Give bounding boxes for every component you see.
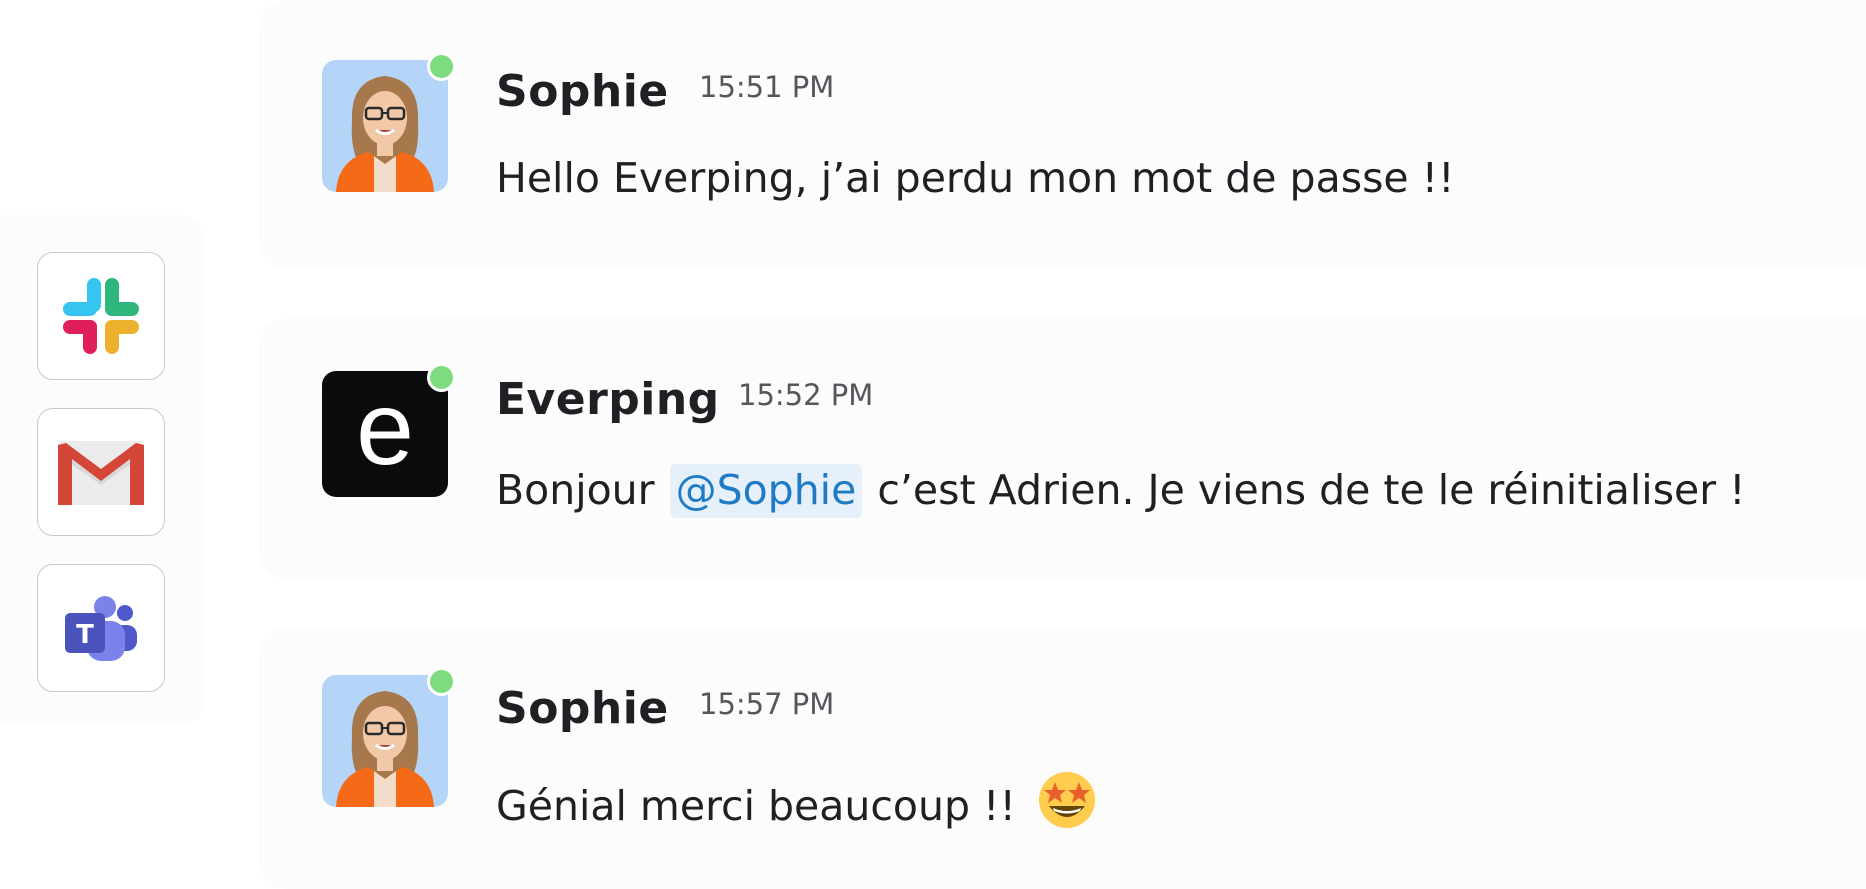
message-timestamp: 15:57 PM [699, 687, 835, 721]
gmail-icon [58, 441, 144, 505]
message-text-before: Bonjour [496, 466, 655, 514]
message-timestamp: 15:51 PM [699, 70, 835, 104]
online-status-dot [427, 667, 456, 696]
online-status-dot [427, 363, 456, 392]
gmail-app-button[interactable] [37, 408, 165, 536]
sender-name: Sophie [496, 683, 669, 734]
message-text-content: Génial merci beaucoup !! [496, 782, 1016, 830]
sender-avatar [322, 52, 456, 192]
everping-logo: e [356, 371, 414, 487]
slack-icon [63, 278, 139, 354]
teams-app-button[interactable]: T [37, 564, 165, 692]
svg-text:T: T [76, 620, 94, 650]
message-card: e Everping 15:52 PM Bonjour @Sophie c’es… [258, 318, 1866, 580]
chat-stage: T Sophie 15:51 PM Hello Everping, j’ai p… [0, 0, 1866, 889]
slack-app-button[interactable] [37, 252, 165, 380]
sender-name: Everping [496, 374, 720, 425]
teams-icon: T [65, 596, 137, 661]
message-text-after: c’est Adrien. Je viens de te le réinitia… [877, 466, 1746, 514]
user-mention[interactable]: @Sophie [669, 464, 863, 518]
message-card: Sophie 15:57 PM Génial merci beaucoup !! [258, 626, 1866, 889]
online-status-dot [427, 52, 456, 81]
star-struck-emoji-icon [1037, 770, 1097, 840]
message-card: Sophie 15:51 PM Hello Everping, j’ai per… [258, 0, 1866, 270]
sophie-avatar-icon [322, 60, 448, 192]
sender-avatar [322, 667, 456, 807]
message-text: Hello Everping, j’ai perdu mon mot de pa… [496, 154, 1455, 202]
message-text: Génial merci beaucoup !! [496, 770, 1097, 840]
sender-name: Sophie [496, 66, 669, 117]
sophie-avatar-icon [322, 675, 448, 807]
message-text: Bonjour @Sophie c’est Adrien. Je viens d… [496, 464, 1746, 518]
message-timestamp: 15:52 PM [738, 378, 874, 412]
sender-avatar: e [322, 363, 456, 497]
